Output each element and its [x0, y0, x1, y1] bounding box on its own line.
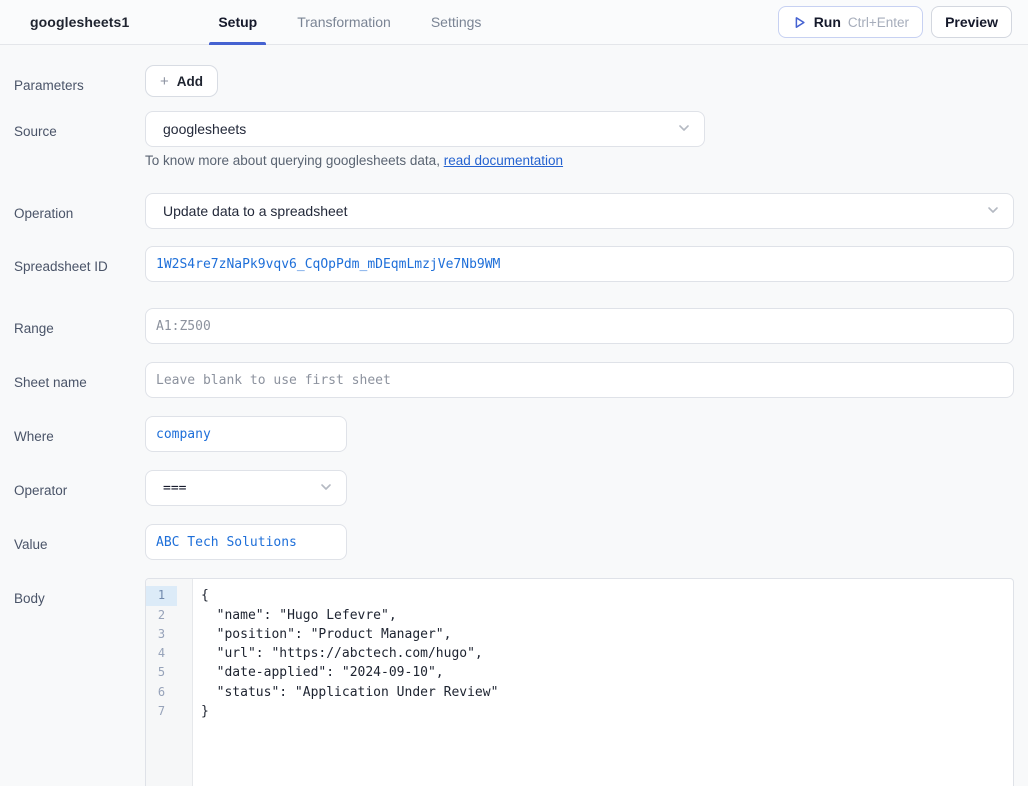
play-icon: [792, 15, 807, 30]
line-number: 2: [146, 606, 177, 625]
query-editor: googlesheets1 Setup Transformation Setti…: [0, 0, 1028, 786]
value-input[interactable]: [145, 524, 347, 560]
operator-select[interactable]: ===: [145, 470, 347, 506]
plus-icon: +: [160, 74, 169, 89]
setup-form: Parameters + Add Source googlesheets To …: [0, 45, 1028, 786]
preview-button[interactable]: Preview: [931, 6, 1012, 38]
operator-select-value: ===: [163, 481, 318, 496]
query-header: googlesheets1 Setup Transformation Setti…: [0, 0, 1028, 45]
run-button-label: Run: [814, 14, 841, 30]
body-label: Body: [14, 578, 145, 786]
code-line[interactable]: {: [201, 586, 1013, 605]
line-number: 3: [146, 625, 177, 644]
spreadsheet-id-input[interactable]: [145, 246, 1014, 282]
chevron-down-icon: [676, 120, 692, 139]
run-shortcut-hint: Ctrl+Enter: [848, 15, 909, 30]
code-line[interactable]: "name": "Hugo Lefevre",: [201, 606, 1013, 625]
spreadsheet-id-label: Spreadsheet ID: [14, 246, 145, 282]
header-actions: Run Ctrl+Enter Preview: [778, 6, 1012, 38]
code-line[interactable]: }: [201, 702, 1013, 721]
chevron-down-icon: [318, 479, 334, 498]
operation-select-value: Update data to a spreadsheet: [163, 203, 985, 219]
code-content[interactable]: { "name": "Hugo Lefevre", "position": "P…: [193, 579, 1013, 786]
line-number: 4: [146, 644, 177, 663]
tab-settings[interactable]: Settings: [422, 0, 491, 44]
line-number: 6: [146, 683, 177, 702]
code-line[interactable]: "date-applied": "2024-09-10",: [201, 663, 1013, 682]
code-line[interactable]: "position": "Product Manager",: [201, 625, 1013, 644]
operation-select[interactable]: Update data to a spreadsheet: [145, 193, 1014, 229]
run-button[interactable]: Run Ctrl+Enter: [778, 6, 923, 38]
add-parameter-label: Add: [177, 74, 203, 89]
line-number: 5: [146, 663, 177, 682]
line-number: 7: [146, 702, 177, 721]
range-label: Range: [14, 308, 145, 344]
read-documentation-link[interactable]: read documentation: [444, 153, 563, 168]
line-number: 1: [146, 586, 177, 605]
source-select-value: googlesheets: [163, 121, 676, 137]
body-code-editor[interactable]: 1234567 { "name": "Hugo Lefevre", "posit…: [145, 578, 1014, 786]
operator-label: Operator: [14, 470, 145, 506]
code-gutter: 1234567: [146, 579, 193, 786]
range-input[interactable]: [145, 308, 1014, 344]
where-label: Where: [14, 416, 145, 452]
chevron-down-icon: [985, 202, 1001, 221]
sheet-name-input[interactable]: [145, 362, 1014, 398]
where-input[interactable]: [145, 416, 347, 452]
sheet-name-label: Sheet name: [14, 362, 145, 398]
value-label: Value: [14, 524, 145, 560]
query-title: googlesheets1: [30, 14, 129, 30]
tab-setup[interactable]: Setup: [209, 0, 266, 44]
operation-label: Operation: [14, 193, 145, 229]
code-line[interactable]: "url": "https://abctech.com/hugo",: [201, 644, 1013, 663]
source-help-text: To know more about querying googlesheets…: [145, 153, 1014, 168]
source-help-prefix: To know more about querying googlesheets…: [145, 153, 444, 168]
add-parameter-button[interactable]: + Add: [145, 65, 218, 97]
tab-transformation[interactable]: Transformation: [288, 0, 400, 44]
source-label: Source: [14, 111, 145, 168]
source-select[interactable]: googlesheets: [145, 111, 705, 147]
parameters-label: Parameters: [14, 65, 145, 98]
tab-bar: Setup Transformation Settings: [209, 0, 512, 44]
code-line[interactable]: "status": "Application Under Review": [201, 683, 1013, 702]
